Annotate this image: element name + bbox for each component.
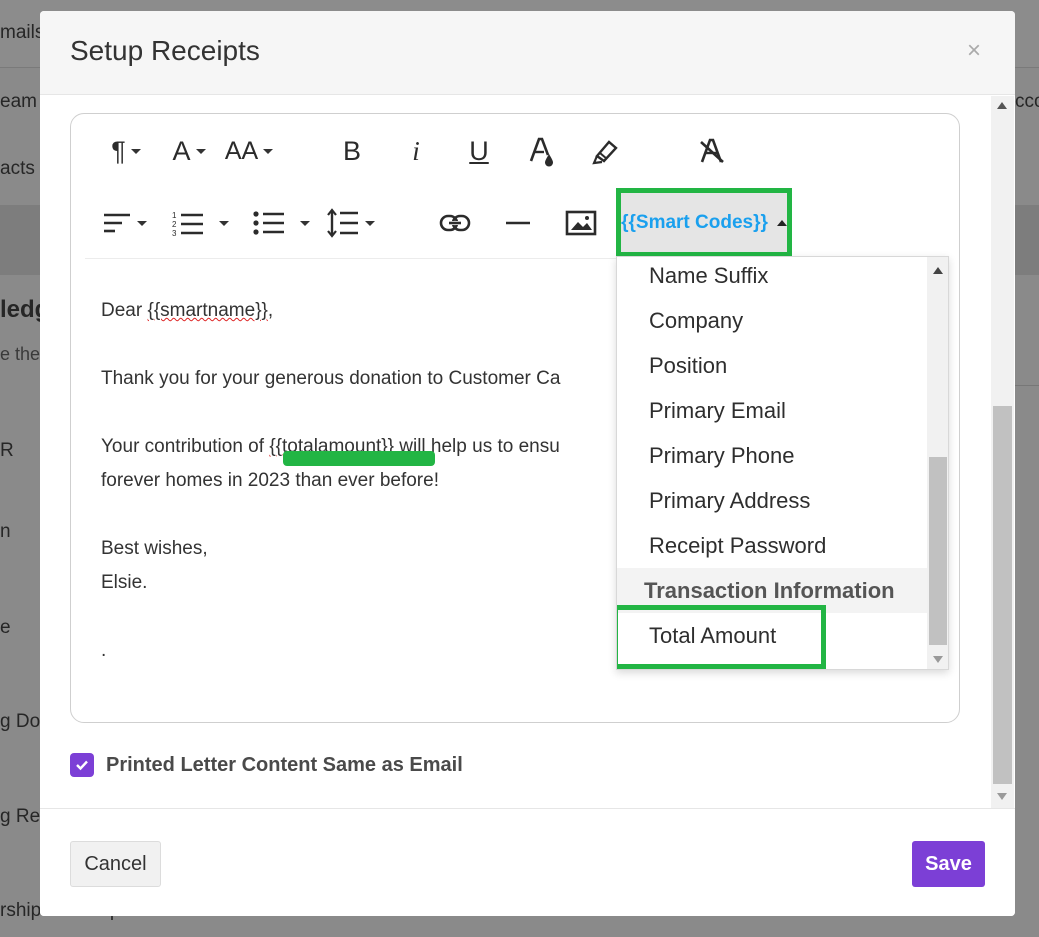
printed-letter-checkbox[interactable] [70, 753, 94, 777]
svg-text:3: 3 [172, 229, 177, 237]
annotation-highlight-box [617, 605, 826, 669]
line-height-button[interactable] [325, 206, 375, 240]
smart-code-option-primary-address[interactable]: Primary Address [617, 478, 927, 523]
background-text: eam [0, 91, 37, 112]
clear-formatting-icon [700, 138, 724, 163]
ordered-list-icon: 123 [172, 211, 203, 237]
smart-code-option-company[interactable]: Company [617, 298, 927, 343]
link-icon [439, 214, 471, 232]
smart-code-option-position[interactable]: Position [617, 343, 927, 388]
scroll-up-icon[interactable] [933, 267, 943, 274]
scroll-down-icon[interactable] [997, 793, 1007, 800]
align-button[interactable] [99, 206, 149, 240]
cancel-button[interactable]: Cancel [70, 841, 161, 887]
background-text: g Re [0, 806, 41, 827]
background-text: n [0, 521, 11, 542]
smart-code-option-receipt-password[interactable]: Receipt Password [617, 523, 927, 568]
svg-text:2: 2 [172, 220, 177, 229]
insert-image-button[interactable] [564, 206, 598, 240]
scroll-down-icon[interactable] [933, 656, 943, 663]
ordered-list-button[interactable]: 123 [167, 206, 233, 240]
background-text: e the [0, 344, 41, 364]
content-line: Elsie. [101, 572, 148, 593]
content-line: Thank you for your generous donation to … [101, 368, 561, 389]
setup-receipts-modal: Setup Receipts × ¶ A AA B i U 1 2 3 {{Sm… [40, 11, 1015, 916]
line-height-icon [326, 208, 358, 238]
smart-code-option-primary-email[interactable]: Primary Email [617, 388, 927, 433]
highlight-button[interactable] [589, 134, 623, 168]
background-text: cco [1015, 91, 1039, 112]
font-size-button[interactable]: AA [224, 134, 274, 168]
bold-icon: B [342, 135, 361, 166]
caret-up-icon [776, 219, 787, 226]
text-color-button[interactable] [527, 134, 557, 168]
close-button[interactable]: × [967, 39, 981, 63]
modal-body: ¶ A AA B i U 1 2 3 {{Smart Codes}} Dear … [40, 96, 1015, 808]
content-line: Best wishes, [101, 538, 208, 559]
align-left-icon [103, 213, 130, 233]
annotation-underline [283, 451, 435, 466]
bullet-list-button[interactable] [248, 206, 314, 240]
content-line: . [101, 640, 107, 661]
bullet-list-icon [253, 211, 284, 235]
paragraph-icon: ¶ [111, 135, 126, 166]
modal-scrollbar[interactable] [991, 96, 1014, 808]
smart-codes-button[interactable]: {{Smart Codes}} [616, 188, 792, 257]
content-line: Dear {{smartname}}, [101, 300, 274, 321]
background-text: R [0, 440, 14, 461]
svg-text:1: 1 [172, 211, 177, 220]
modal-footer: Cancel Save [40, 808, 1015, 916]
modal-title: Setup Receipts [70, 35, 260, 66]
background-text: mails [0, 22, 45, 43]
text-color-icon [529, 137, 553, 167]
horizontal-line-button[interactable] [503, 206, 533, 240]
editor-content[interactable]: Dear {{smartname}}, Thank you for your g… [101, 294, 560, 668]
smart-code-token: {{smartname}} [147, 300, 268, 321]
smart-code-option-primary-phone[interactable]: Primary Phone [617, 433, 927, 478]
italic-icon: i [412, 135, 420, 166]
printed-letter-label: Printed Letter Content Same as Email [106, 753, 463, 776]
modal-header: Setup Receipts × [40, 11, 1015, 95]
smart-code-option-name-suffix[interactable]: Name Suffix [617, 257, 927, 298]
scroll-up-icon[interactable] [997, 102, 1007, 109]
background-divider [1015, 385, 1039, 386]
content-line: forever homes in 2023 than ever before! [101, 470, 439, 491]
insert-link-button[interactable] [437, 206, 473, 240]
smart-codes-label: {{Smart Codes}} [621, 211, 768, 233]
horizontal-line-icon [506, 221, 530, 225]
save-button[interactable]: Save [912, 841, 985, 887]
toolbar-row-formatting: ¶ A AA B i U [71, 126, 959, 176]
font-icon: A [172, 135, 191, 166]
font-size-icon: AA [224, 136, 259, 165]
underline-button[interactable]: U [464, 134, 494, 168]
checkmark-icon [76, 760, 88, 771]
clear-formatting-button[interactable] [695, 134, 729, 168]
background-text: g Do [0, 711, 41, 732]
dropdown-scroll-thumb[interactable] [929, 457, 947, 645]
smart-codes-list: Name Suffix Company Position Primary Ema… [617, 257, 927, 669]
highlighter-icon [592, 140, 618, 165]
background-text: e [0, 617, 11, 638]
toolbar-row-insert: 123 [71, 198, 959, 248]
font-family-button[interactable]: A [167, 134, 211, 168]
dropdown-scrollbar[interactable] [927, 257, 948, 669]
underline-icon: U [469, 135, 489, 166]
bold-button[interactable]: B [337, 134, 367, 168]
smart-codes-dropdown: Name Suffix Company Position Primary Ema… [616, 256, 949, 670]
italic-button[interactable]: i [401, 134, 431, 168]
image-icon [565, 210, 597, 236]
background-text: acts [0, 158, 35, 179]
paragraph-format-button[interactable]: ¶ [103, 134, 149, 168]
printed-letter-option[interactable]: Printed Letter Content Same as Email [70, 753, 463, 777]
modal-scroll-thumb[interactable] [993, 406, 1012, 784]
